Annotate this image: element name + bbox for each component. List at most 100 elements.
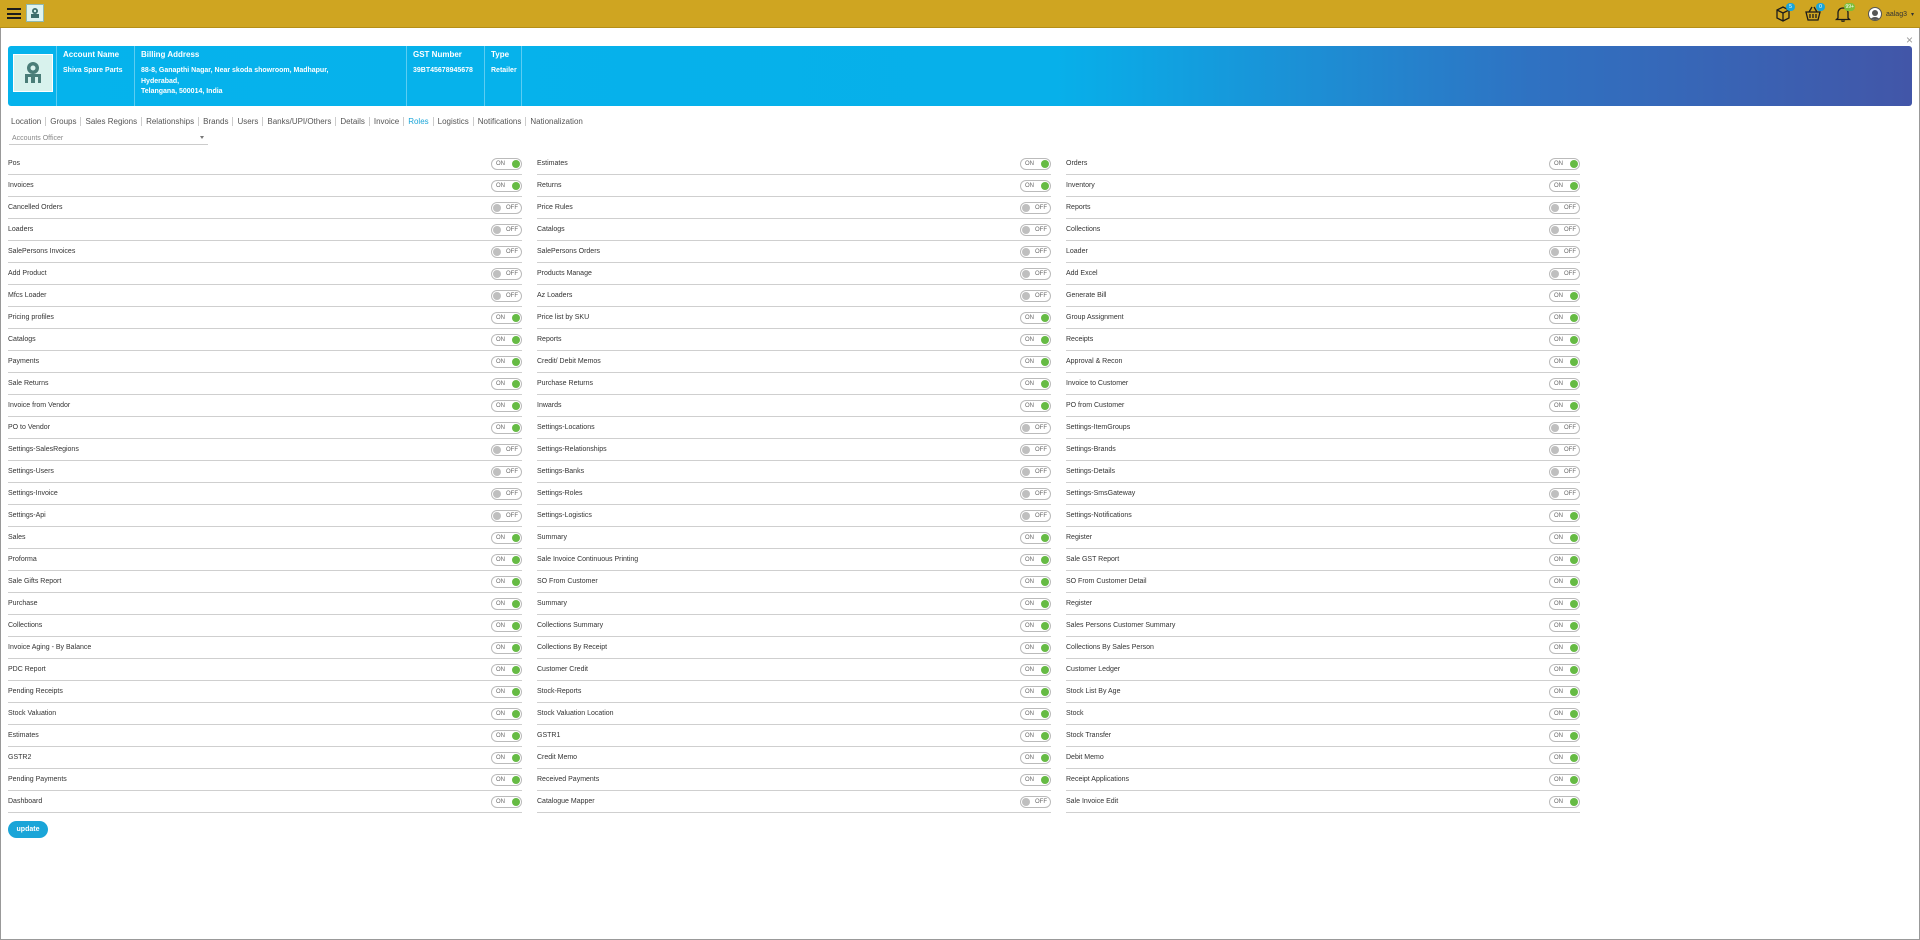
permission-toggle[interactable]: ON: [1549, 531, 1580, 544]
permission-toggle[interactable]: ON: [491, 685, 522, 698]
permission-toggle[interactable]: ON: [491, 597, 522, 610]
tab-notifications[interactable]: Notifications: [474, 117, 527, 126]
permission-toggle[interactable]: ON: [1549, 311, 1580, 324]
permission-toggle[interactable]: ON: [1549, 707, 1580, 720]
permission-toggle[interactable]: ON: [1020, 707, 1051, 720]
permission-toggle[interactable]: OFF: [1020, 245, 1051, 258]
permission-toggle[interactable]: OFF: [491, 245, 522, 258]
permission-toggle[interactable]: OFF: [1020, 289, 1051, 302]
tab-details[interactable]: Details: [336, 117, 370, 126]
permission-toggle[interactable]: ON: [1549, 729, 1580, 742]
permission-toggle[interactable]: ON: [1020, 531, 1051, 544]
permission-toggle[interactable]: ON: [1549, 685, 1580, 698]
hamburger-menu-icon[interactable]: [7, 8, 21, 19]
role-select[interactable]: Accounts Officer: [9, 133, 208, 145]
permission-toggle[interactable]: OFF: [1020, 443, 1051, 456]
box-icon[interactable]: 5: [1768, 0, 1798, 28]
permission-toggle[interactable]: ON: [491, 179, 522, 192]
permission-toggle[interactable]: OFF: [1549, 487, 1580, 500]
permission-toggle[interactable]: OFF: [491, 267, 522, 280]
permission-toggle[interactable]: ON: [1020, 663, 1051, 676]
permission-toggle[interactable]: OFF: [1549, 421, 1580, 434]
permission-toggle[interactable]: ON: [1549, 773, 1580, 786]
permission-toggle[interactable]: ON: [1549, 355, 1580, 368]
permission-toggle[interactable]: ON: [1549, 641, 1580, 654]
permission-toggle[interactable]: OFF: [1020, 421, 1051, 434]
permission-toggle[interactable]: ON: [1020, 399, 1051, 412]
permission-toggle[interactable]: OFF: [1549, 443, 1580, 456]
tab-groups[interactable]: Groups: [46, 117, 82, 126]
permission-toggle[interactable]: ON: [491, 641, 522, 654]
permission-toggle[interactable]: ON: [491, 421, 522, 434]
permission-toggle[interactable]: ON: [1549, 289, 1580, 302]
permission-toggle[interactable]: ON: [1020, 311, 1051, 324]
tab-brands[interactable]: Brands: [199, 117, 234, 126]
permission-toggle[interactable]: ON: [1549, 157, 1580, 170]
permission-toggle[interactable]: ON: [491, 729, 522, 742]
permission-toggle[interactable]: OFF: [1020, 223, 1051, 236]
permission-toggle[interactable]: ON: [1549, 795, 1580, 808]
permission-toggle[interactable]: ON: [491, 795, 522, 808]
permission-toggle[interactable]: ON: [1020, 355, 1051, 368]
permission-toggle[interactable]: OFF: [1020, 465, 1051, 478]
permission-toggle[interactable]: ON: [1020, 333, 1051, 346]
permission-toggle[interactable]: ON: [491, 663, 522, 676]
permission-toggle[interactable]: OFF: [491, 487, 522, 500]
permission-toggle[interactable]: ON: [1549, 597, 1580, 610]
permission-toggle[interactable]: ON: [1549, 179, 1580, 192]
permission-toggle[interactable]: ON: [491, 531, 522, 544]
permission-toggle[interactable]: ON: [1020, 597, 1051, 610]
tab-users[interactable]: Users: [233, 117, 264, 126]
tab-roles[interactable]: Roles: [404, 117, 434, 126]
permission-toggle[interactable]: ON: [491, 619, 522, 632]
permission-toggle[interactable]: ON: [491, 399, 522, 412]
permission-toggle[interactable]: OFF: [491, 465, 522, 478]
permission-toggle[interactable]: ON: [491, 553, 522, 566]
permission-toggle[interactable]: ON: [1549, 399, 1580, 412]
permission-toggle[interactable]: OFF: [491, 201, 522, 214]
permission-toggle[interactable]: ON: [491, 333, 522, 346]
permission-toggle[interactable]: OFF: [1549, 267, 1580, 280]
tab-banks-upi-others[interactable]: Banks/UPI/Others: [263, 117, 337, 126]
permission-toggle[interactable]: OFF: [491, 223, 522, 236]
permission-toggle[interactable]: ON: [1020, 553, 1051, 566]
user-menu[interactable]: aalag3 ▾: [1867, 7, 1914, 21]
permission-toggle[interactable]: ON: [1020, 179, 1051, 192]
permission-toggle[interactable]: OFF: [1020, 487, 1051, 500]
permission-toggle[interactable]: ON: [1020, 751, 1051, 764]
tab-invoice[interactable]: Invoice: [370, 117, 405, 126]
permission-toggle[interactable]: OFF: [491, 289, 522, 302]
tab-relationships[interactable]: Relationships: [142, 117, 200, 126]
update-button[interactable]: update: [8, 821, 48, 838]
permission-toggle[interactable]: OFF: [1020, 509, 1051, 522]
bell-icon[interactable]: 99+: [1828, 0, 1858, 28]
permission-toggle[interactable]: OFF: [491, 509, 522, 522]
permission-toggle[interactable]: ON: [1020, 773, 1051, 786]
permission-toggle[interactable]: ON: [491, 707, 522, 720]
permission-toggle[interactable]: OFF: [1549, 245, 1580, 258]
permission-toggle[interactable]: ON: [1549, 619, 1580, 632]
permission-toggle[interactable]: ON: [491, 575, 522, 588]
permission-toggle[interactable]: ON: [1020, 619, 1051, 632]
permission-toggle[interactable]: ON: [1020, 685, 1051, 698]
permission-toggle[interactable]: OFF: [1020, 795, 1051, 808]
tab-location[interactable]: Location: [7, 117, 47, 126]
permission-toggle[interactable]: ON: [1020, 729, 1051, 742]
permission-toggle[interactable]: ON: [1020, 157, 1051, 170]
permission-toggle[interactable]: OFF: [1020, 267, 1051, 280]
permission-toggle[interactable]: OFF: [1020, 201, 1051, 214]
app-logo[interactable]: [26, 4, 44, 22]
permission-toggle[interactable]: ON: [491, 751, 522, 764]
permission-toggle[interactable]: OFF: [491, 443, 522, 456]
permission-toggle[interactable]: ON: [1020, 377, 1051, 390]
permission-toggle[interactable]: ON: [1020, 575, 1051, 588]
permission-toggle[interactable]: ON: [491, 157, 522, 170]
tab-logistics[interactable]: Logistics: [434, 117, 474, 126]
permission-toggle[interactable]: ON: [1549, 751, 1580, 764]
permission-toggle[interactable]: ON: [1020, 641, 1051, 654]
permission-toggle[interactable]: OFF: [1549, 223, 1580, 236]
permission-toggle[interactable]: ON: [491, 377, 522, 390]
permission-toggle[interactable]: ON: [1549, 575, 1580, 588]
permission-toggle[interactable]: ON: [1549, 333, 1580, 346]
permission-toggle[interactable]: ON: [491, 311, 522, 324]
